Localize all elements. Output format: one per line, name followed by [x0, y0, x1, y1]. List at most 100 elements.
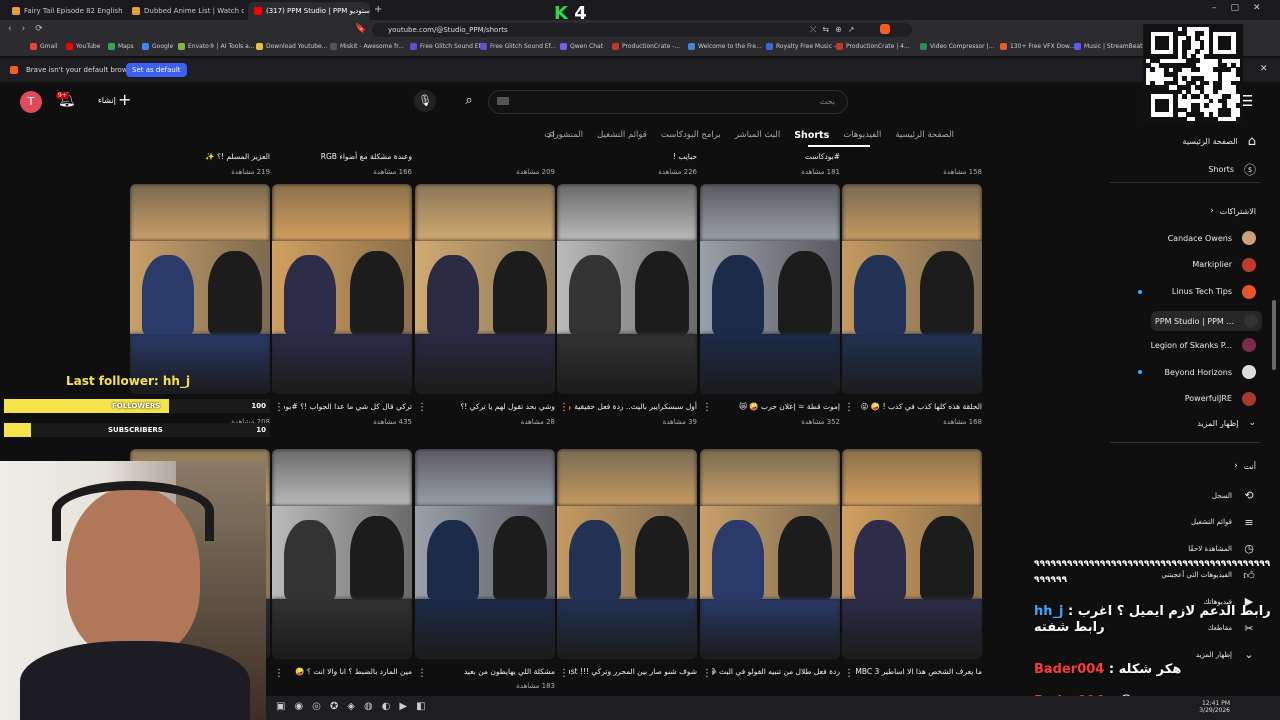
sidebar-item-label: الصفحة الرئيسية — [1182, 137, 1238, 146]
more-options-icon[interactable]: ⋮ — [274, 668, 284, 679]
bookmark-item[interactable]: Video Compressor |... — [920, 43, 994, 50]
browser-tab[interactable]: Fairy Tail Episode 82 English Dubbed — [6, 2, 124, 20]
bookmark-item[interactable]: Qwen Chat — [560, 43, 603, 50]
short-title[interactable]: ما يعرف الشخص هذا الا اساطير MBC 3 — [854, 666, 982, 678]
sidebar-item-home[interactable]: الصفحة الرئيسية ⌂ — [1183, 134, 1256, 149]
short-title[interactable]: العزيز المسلم !؟ ✨ — [142, 151, 270, 163]
tab-videos[interactable]: الفيديوهات — [843, 130, 881, 140]
bookmark-item[interactable]: YouTube — [66, 43, 100, 50]
short-views: 209 مشاهدة — [516, 168, 555, 176]
short-title[interactable]: #بودكاست — [712, 151, 840, 163]
window-controls[interactable]: –▢✕ — [1212, 3, 1275, 13]
address-actions[interactable]: ⤬⇆⊕↗ — [810, 25, 861, 35]
sidebar-you-item[interactable]: المشاهدة لاحقًا ◷ — [1188, 542, 1256, 555]
bookmark-item[interactable]: ProductionCrate -... — [612, 43, 680, 50]
search-icon[interactable]: ⌕ — [458, 90, 480, 112]
short-thumbnail[interactable] — [700, 184, 840, 394]
create-button-label[interactable]: إنشاء — [98, 96, 116, 105]
bookmark-item[interactable]: Download Youtube... — [256, 43, 327, 50]
short-thumbnail[interactable] — [272, 449, 412, 659]
short-title[interactable]: شوف شنو صار بين المحرر وتركي !!! podcast… — [569, 666, 697, 678]
tab-shorts[interactable]: Shorts — [794, 130, 829, 141]
short-thumbnail[interactable] — [130, 184, 270, 394]
short-thumbnail[interactable] — [557, 449, 697, 659]
more-options-icon[interactable]: ⋮ — [274, 402, 284, 413]
mic-icon[interactable]: 🎙︎ — [414, 90, 436, 112]
sidebar-you-item[interactable]: السجل ⟲ — [1212, 489, 1256, 502]
bookmark-item[interactable]: Music | StreamBeats — [1074, 43, 1146, 50]
short-title[interactable]: أول سبسكرايبر باليث.. ردة فعل حقيقية 🔥 — [569, 401, 697, 413]
sidebar-channel-item[interactable]: Candace Owens — [1168, 231, 1256, 245]
short-title[interactable]: ردة فعل طلال من تنبيه الفولو في البث 😂 🤪 — [712, 666, 840, 678]
short-title[interactable]: مشكلة اللي يهايطون من بعيد — [427, 666, 555, 678]
bookmark-item[interactable]: Maps — [108, 43, 134, 50]
short-views: 166 مشاهدة — [373, 168, 412, 176]
more-options-icon[interactable]: ⋮ — [844, 668, 854, 679]
sidebar-channel-item[interactable]: Linus Tech Tips — [1172, 284, 1256, 299]
close-icon[interactable]: ✕ — [1260, 64, 1268, 74]
short-thumbnail[interactable] — [415, 449, 555, 659]
sidebar-subscriptions-header[interactable]: › الاشتراكات — [1210, 206, 1256, 216]
short-thumbnail[interactable] — [415, 184, 555, 394]
short-title[interactable]: مين المارد بالضبط ؟ انا والا انت ؟ 🤪 — [284, 666, 412, 678]
bookmark-item[interactable]: Free Glitch Sound Ef... — [410, 43, 486, 50]
bookmark-item[interactable]: Welcome to the Fre... — [688, 43, 762, 50]
short-thumbnail[interactable] — [700, 449, 840, 659]
sidebar-scrollbar[interactable] — [1272, 300, 1276, 370]
bookmark-item[interactable]: ProductionCrate | 4... — [836, 43, 910, 50]
short-title[interactable]: وشي بحد تقول لهم يا تركي !؟ — [427, 401, 555, 413]
tab-podcasts[interactable]: برامج البودكاست — [661, 130, 721, 140]
sidebar-item-label: PPM Studio | PPM ... — [1154, 316, 1234, 326]
more-options-icon[interactable]: ⋮ — [559, 668, 569, 679]
sidebar-channel-item[interactable]: PPM Studio | PPM ... — [1150, 311, 1262, 332]
tab-home[interactable]: الصفحة الرئيسية — [895, 130, 954, 140]
set-default-button[interactable]: Set as default — [126, 63, 187, 77]
brave-shield-icon[interactable] — [880, 24, 890, 34]
search-input[interactable]: بحث — [488, 90, 848, 114]
bookmark-item[interactable]: Gmail — [30, 43, 58, 50]
taskbar-clock[interactable]: 12:41 PM 3/29/2026 — [1199, 700, 1230, 714]
nav-buttons[interactable]: ‹›⟳ — [8, 24, 53, 34]
more-options-icon[interactable]: ⋮ — [559, 402, 569, 413]
sidebar-you-header[interactable]: › أنت — [1234, 461, 1256, 471]
short-thumbnail[interactable] — [272, 184, 412, 394]
short-title[interactable]: الحلقة هذه كلها كذب في كذب ! 🤪 😜 — [854, 401, 982, 413]
tab-playlists[interactable]: قوائم التشغيل — [597, 130, 647, 140]
create-plus-icon[interactable]: + — [118, 90, 131, 109]
taskbar-apps[interactable]: ▣◉◎✪◈◍◐▶◧ — [276, 701, 435, 712]
sidebar-channel-item[interactable]: Beyond Horizons — [1165, 365, 1256, 379]
bookmark-icon[interactable]: 🔖 — [355, 24, 366, 34]
sidebar-you-item[interactable]: قوائم التشغيل ≡ — [1191, 516, 1256, 529]
channel-search-icon[interactable]: ⌕ — [548, 127, 555, 142]
short-title[interactable]: إموت قطة = إعلان حرب 🤪 😿 — [712, 401, 840, 413]
sidebar-show-more[interactable]: إظهار المزيد ⌄ — [1197, 418, 1256, 428]
sidebar-channel-item[interactable]: Markiplier — [1192, 257, 1256, 272]
account-avatar[interactable]: T — [20, 91, 42, 113]
short-thumbnail[interactable] — [557, 184, 697, 394]
sidebar-channel-item[interactable]: Legion of Skanks P... — [1151, 338, 1256, 353]
short-title[interactable]: حبايب ! — [569, 151, 697, 163]
new-tab-button[interactable]: + — [374, 4, 382, 15]
bookmark-item[interactable]: 130+ Free VFX Dow... — [1000, 43, 1075, 50]
sidebar-item-shorts[interactable]: Shorts ⓢ — [1208, 161, 1256, 178]
short-thumbnail[interactable] — [842, 449, 982, 659]
bookmark-item[interactable]: Free Glitch Sound Ef... — [480, 43, 556, 50]
sidebar-channel-item[interactable]: PowerfulJRE — [1185, 391, 1256, 406]
more-options-icon[interactable]: ⋮ — [417, 668, 427, 679]
bookmark-item[interactable]: Royalty Free Music -... — [766, 43, 842, 50]
tab-live[interactable]: البث المباشر — [735, 130, 780, 140]
browser-tab-active[interactable]: (317) PPM Studio | PPM ستوديو — [248, 2, 370, 20]
bookmark-item[interactable]: Envato® | AI Tools a... — [178, 43, 255, 50]
bookmark-item[interactable]: Miskit - Awesome fr... — [330, 43, 404, 50]
more-options-icon[interactable]: ⋮ — [702, 402, 712, 413]
bookmark-item[interactable]: Google — [142, 43, 173, 50]
short-thumbnail[interactable] — [842, 184, 982, 394]
short-title[interactable]: تركي قال كل شي ما عدا الجواب !؟ #بودكاست — [284, 401, 412, 413]
more-options-icon[interactable]: ⋮ — [417, 402, 427, 413]
more-options-icon[interactable]: ⋮ — [844, 402, 854, 413]
keyboard-icon[interactable] — [497, 97, 509, 105]
browser-tab[interactable]: Dubbed Anime List | Watch cartoons — [126, 2, 244, 20]
short-title[interactable]: وعندة مشكلة مع أضواء RGB — [284, 151, 412, 163]
more-options-icon[interactable]: ⋮ — [702, 668, 712, 679]
qr-module — [1208, 98, 1214, 104]
